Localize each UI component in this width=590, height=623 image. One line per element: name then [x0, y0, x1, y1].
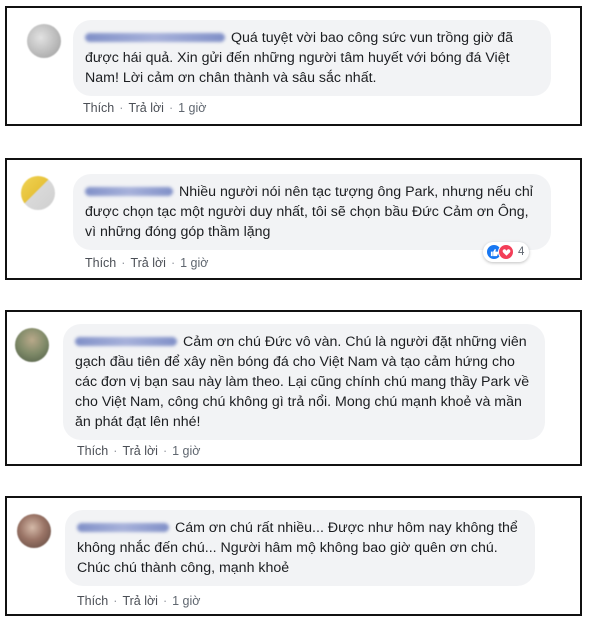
reaction-summary[interactable]: 4: [483, 242, 530, 262]
comment-actions: Thích · Trả lời · 1 giờ: [77, 444, 200, 458]
reply-link[interactable]: Trả lời: [130, 256, 166, 270]
comment-card: Nhiều người nói nên tạc tượng ông Park, …: [5, 158, 582, 280]
comment-actions: Thích · Trả lời · 1 giờ: [83, 101, 206, 115]
reply-link[interactable]: Trả lời: [122, 444, 158, 458]
comment-actions: Thích · Trả lời · 1 giờ: [85, 256, 208, 270]
timestamp[interactable]: 1 giờ: [172, 444, 200, 458]
separator-dot: ·: [168, 101, 174, 115]
reply-link[interactable]: Trả lời: [128, 101, 164, 115]
reaction-count: 4: [518, 246, 525, 258]
separator-dot: ·: [119, 101, 124, 115]
reply-link[interactable]: Trả lời: [122, 594, 158, 608]
separator-dot: ·: [162, 444, 168, 458]
comment-card: Quá tuyệt vời bao công sức vun trồng giờ…: [5, 6, 582, 126]
commenter-name-blurred[interactable]: [85, 32, 225, 42]
avatar[interactable]: [21, 176, 55, 210]
separator-dot: ·: [113, 594, 118, 608]
comment-text: Cảm ơn chú Đức vô vàn. Chú là người đặt …: [75, 334, 530, 430]
comment-bubble: Cảm ơn chú Đức vô vàn. Chú là người đặt …: [63, 324, 545, 440]
avatar[interactable]: [17, 514, 51, 548]
comment-bubble: Cám ơn chú rất nhiều... Được như hôm nay…: [65, 510, 535, 586]
commenter-name-blurred[interactable]: [75, 336, 177, 346]
comment-bubble: Quá tuyệt vời bao công sức vun trồng giờ…: [73, 20, 551, 96]
commenter-name-blurred[interactable]: [77, 522, 169, 532]
comment-actions: Thích · Trả lời · 1 giờ: [77, 594, 200, 608]
commenter-name-blurred[interactable]: [85, 186, 173, 196]
timestamp[interactable]: 1 giờ: [180, 256, 208, 270]
separator-dot: ·: [121, 256, 126, 270]
separator-dot: ·: [170, 256, 176, 270]
separator-dot: ·: [162, 594, 168, 608]
avatar[interactable]: [27, 24, 61, 58]
like-link[interactable]: Thích: [85, 256, 116, 270]
comment-bubble: Nhiều người nói nên tạc tượng ông Park, …: [73, 174, 551, 250]
timestamp[interactable]: 1 giờ: [178, 101, 206, 115]
like-link[interactable]: Thích: [77, 594, 108, 608]
timestamp[interactable]: 1 giờ: [172, 594, 200, 608]
comment-card: Cảm ơn chú Đức vô vàn. Chú là người đặt …: [5, 310, 582, 466]
love-icon: [498, 244, 514, 260]
separator-dot: ·: [113, 444, 118, 458]
avatar[interactable]: [15, 328, 49, 362]
like-link[interactable]: Thích: [77, 444, 108, 458]
comment-card: Cám ơn chú rất nhiều... Được như hôm nay…: [5, 496, 582, 616]
like-link[interactable]: Thích: [83, 101, 114, 115]
